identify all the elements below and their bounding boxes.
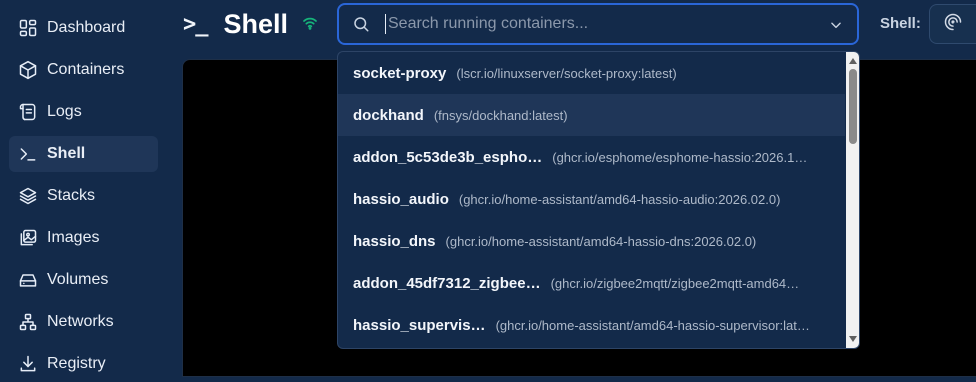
sidebar-item-networks[interactable]: Networks <box>9 304 158 340</box>
scrollbar-thumb[interactable] <box>849 69 857 144</box>
sidebar-item-volumes[interactable]: Volumes <box>9 262 158 298</box>
page-title-text: Shell <box>223 8 289 39</box>
sidebar-item-label: Networks <box>47 313 114 330</box>
list-item[interactable]: addon_5c53de3b_espho… (ghcr.io/esphome/e… <box>338 136 845 178</box>
scroll-icon <box>18 102 38 122</box>
sidebar-item-label: Containers <box>47 61 125 78</box>
container-image: (ghcr.io/home-assistant/amd64-hassio-aud… <box>458 191 781 207</box>
sidebar-item-shell[interactable]: Shell <box>9 136 158 172</box>
container-name: socket-proxy <box>353 64 447 82</box>
box-icon <box>18 60 38 80</box>
chevron-down-icon[interactable] <box>829 18 843 32</box>
container-name: addon_5c53de3b_espho… <box>353 148 543 166</box>
container-name: dockhand <box>353 106 424 124</box>
hard-drive-icon <box>18 270 38 290</box>
sidebar-item-label: Volumes <box>47 271 109 288</box>
scroll-up-arrow-icon[interactable] <box>849 58 857 64</box>
dashboard-icon <box>18 18 38 38</box>
layers-icon <box>18 186 38 206</box>
container-image: (ghcr.io/esphome/esphome-hassio:2026.1… <box>552 149 808 165</box>
container-name: hassio_supervis… <box>353 316 486 334</box>
list-item[interactable]: hassio_audio (ghcr.io/home-assistant/amd… <box>338 178 845 220</box>
scroll-down-arrow-icon[interactable] <box>849 336 857 342</box>
list-item[interactable]: socket-proxy (lscr.io/linuxserver/socket… <box>338 52 845 94</box>
sidebar-item-stacks[interactable]: Stacks <box>9 178 158 214</box>
container-image: (ghcr.io/home-assistant/amd64-hassio-dns… <box>445 233 757 249</box>
container-image: (fnsys/dockhand:latest) <box>433 107 568 123</box>
list-item[interactable]: dockhand (fnsys/dockhand:latest) <box>338 94 845 136</box>
network-icon <box>18 312 38 332</box>
list-item[interactable]: hassio_supervis… (ghcr.io/home-assistant… <box>338 304 845 346</box>
sidebar-item-containers[interactable]: Containers <box>9 52 158 88</box>
sidebar-item-images[interactable]: Images <box>9 220 158 256</box>
search-input[interactable] <box>385 14 810 34</box>
sidebar-item-label: Logs <box>47 103 82 120</box>
sidebar-item-logs[interactable]: Logs <box>9 94 158 130</box>
sidebar-item-label: Registry <box>47 355 106 372</box>
dropdown-scrollbar[interactable] <box>846 52 859 348</box>
sidebar-item-label: Dashboard <box>47 19 126 36</box>
list-item[interactable]: addon_45df7312_zigbee… (ghcr.io/zigbee2m… <box>338 262 845 304</box>
sidebar-item-label: Stacks <box>47 187 96 204</box>
download-icon <box>18 354 38 374</box>
container-image: (lscr.io/linuxserver/socket-proxy:latest… <box>456 65 677 81</box>
container-image: (ghcr.io/zigbee2mqtt/zigbee2mqtt-amd64… <box>550 275 800 291</box>
search-icon <box>352 15 370 33</box>
wifi-icon <box>302 15 318 31</box>
container-image: (ghcr.io/home-assistant/amd64-hassio-sup… <box>495 317 810 333</box>
sidebar-item-dashboard[interactable]: Dashboard <box>9 10 158 46</box>
container-name: addon_45df7312_zigbee… <box>353 274 541 292</box>
container-name: hassio_dns <box>353 232 436 250</box>
container-dropdown-list: socket-proxy (lscr.io/linuxserver/socket… <box>337 51 860 349</box>
sidebar-item-registry[interactable]: Registry <box>9 346 158 382</box>
sidebar-item-label: Shell <box>47 145 86 162</box>
page-title: >_ Shell <box>183 6 288 42</box>
terminal-icon <box>18 144 38 164</box>
shell-icon <box>943 12 963 37</box>
sidebar-item-label: Images <box>47 229 100 246</box>
list-item[interactable]: hassio_dns (ghcr.io/home-assistant/amd64… <box>338 220 845 262</box>
shell-selector-label: Shell: <box>880 15 921 32</box>
images-icon <box>18 228 38 248</box>
container-name: hassio_audio <box>353 190 449 208</box>
container-search-combobox[interactable] <box>337 3 859 45</box>
shell-selector-button[interactable] <box>929 4 976 44</box>
sidebar: Dashboard Containers Logs Shell Stacks I… <box>0 0 167 375</box>
terminal-prompt-icon: >_ <box>183 11 208 37</box>
